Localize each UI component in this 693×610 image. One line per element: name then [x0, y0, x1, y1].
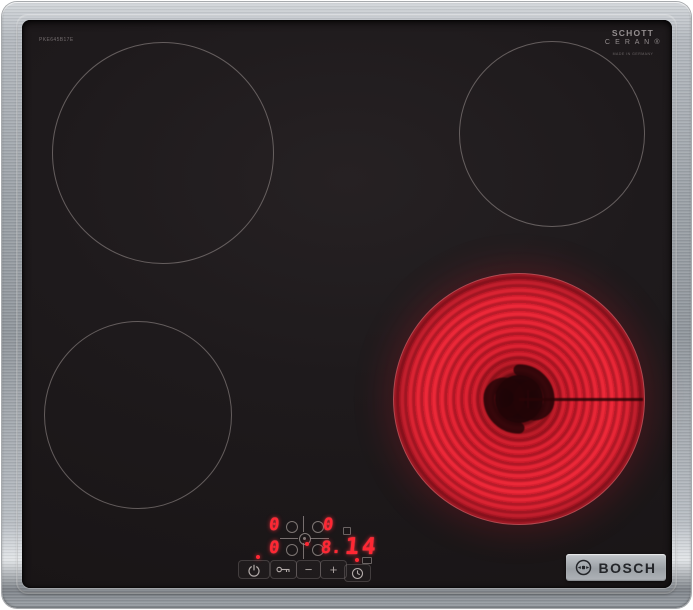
power-button[interactable]: [238, 560, 270, 579]
zone-display-bottom-left: 0: [268, 540, 280, 557]
timer-indicator-dot: [355, 558, 359, 562]
plus-button[interactable]: +: [320, 560, 347, 579]
ceran-subline: MADE IN GERMANY: [602, 52, 664, 56]
cooking-zone-bottom-left: [44, 321, 232, 509]
zone-indicator-circle-top-left: [286, 521, 298, 533]
key-lock-icon: [276, 565, 291, 574]
minus-button[interactable]: −: [296, 560, 321, 579]
ceran-line: C E R A N ®: [602, 39, 664, 47]
model-label: PKE645B17E: [39, 37, 74, 43]
timer-button[interactable]: [344, 564, 371, 582]
active-burner-bottom-right: [393, 273, 645, 525]
schott-ceran-logo: SCHOTT C E R A N ® MADE IN GERMANY: [602, 29, 664, 56]
plus-label: +: [330, 563, 338, 576]
cooking-zone-top-right: [459, 41, 645, 227]
zone-selected-indicator-dot: [305, 542, 309, 546]
cooking-zone-top-left: [52, 42, 274, 264]
power-indicator-dot: [256, 555, 260, 559]
clock-icon: [351, 567, 364, 580]
child-lock-button[interactable]: [270, 560, 297, 579]
display-separator-top: [303, 516, 304, 532]
zone-display-top-left: 0: [268, 517, 280, 534]
bosch-badge: BOSCH: [566, 554, 666, 581]
zone-display-bottom-right: 8.: [320, 540, 342, 557]
power-icon: [247, 563, 261, 577]
burner-coil-graphic: [394, 274, 644, 524]
zone-indicator-circle-bottom-left: [286, 544, 298, 556]
minus-label: −: [305, 563, 313, 576]
bosch-wordmark: BOSCH: [598, 560, 656, 576]
dual-zone-divider-line: [519, 398, 643, 401]
display-separator-bottom: [303, 543, 304, 559]
timer-unit-icon: [362, 557, 372, 564]
bosch-logo-icon: [575, 559, 592, 576]
zone-display-top-right: 0: [322, 517, 334, 534]
schott-line: SCHOTT: [602, 29, 664, 39]
timer-display: 14: [344, 536, 380, 559]
display-line-left: [280, 538, 298, 539]
cooktop-photo: PKE645B17E SCHOTT C E R A N ® MADE IN GE…: [0, 0, 693, 610]
